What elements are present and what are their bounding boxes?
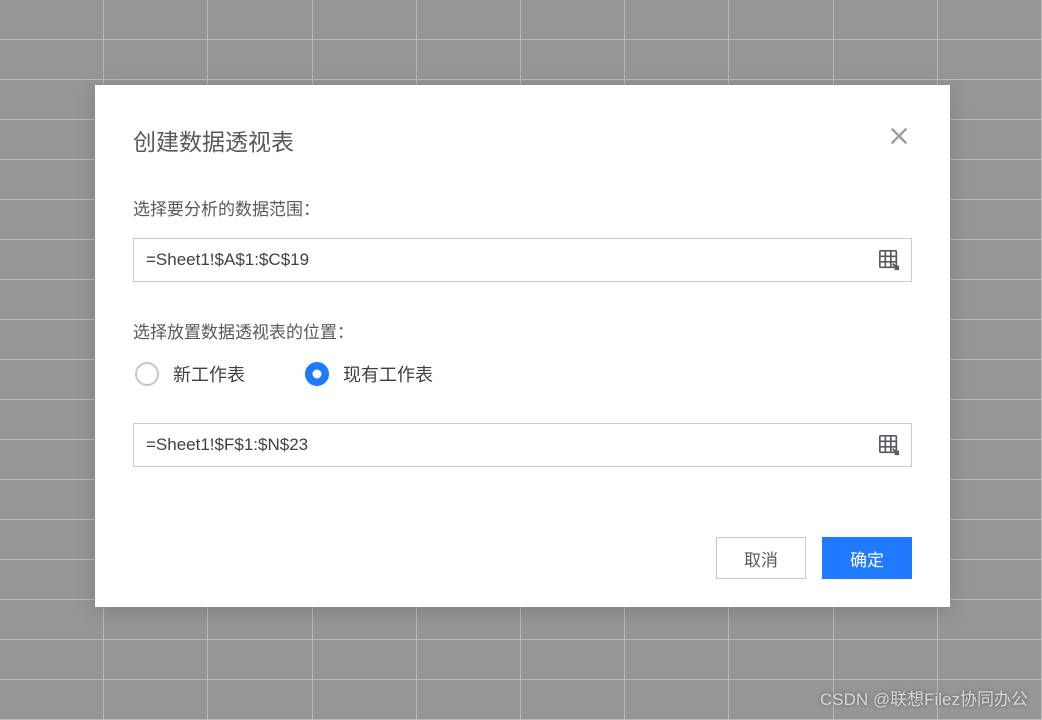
target-range-input-wrapper xyxy=(133,423,912,467)
target-range-input[interactable] xyxy=(133,423,912,467)
radio-new-sheet-label: 新工作表 xyxy=(173,361,245,387)
placement-label: 选择放置数据透视表的位置： xyxy=(133,318,912,343)
range-selector-button[interactable] xyxy=(878,434,900,456)
dialog-title: 创建数据透视表 xyxy=(133,123,294,157)
range-selector-button[interactable] xyxy=(878,249,900,271)
close-button[interactable] xyxy=(886,123,912,149)
close-icon xyxy=(888,125,910,147)
data-range-label: 选择要分析的数据范围： xyxy=(133,195,912,220)
data-range-input-wrapper xyxy=(133,238,912,282)
dialog-header: 创建数据透视表 xyxy=(133,123,912,157)
confirm-button[interactable]: 确定 xyxy=(822,537,912,579)
range-selector-icon xyxy=(878,249,900,271)
radio-icon xyxy=(135,362,159,386)
range-selector-icon xyxy=(878,434,900,456)
radio-icon xyxy=(305,362,329,386)
dialog-footer: 取消 确定 xyxy=(133,537,912,579)
radio-existing-sheet-label: 现有工作表 xyxy=(343,361,433,387)
watermark: CSDN @联想Filez协同办公 xyxy=(820,685,1028,710)
cancel-button[interactable]: 取消 xyxy=(716,537,806,579)
create-pivot-table-dialog: 创建数据透视表 选择要分析的数据范围： 选择放置数据透视表的位置： xyxy=(95,85,950,607)
data-range-input[interactable] xyxy=(133,238,912,282)
placement-radio-group: 新工作表 现有工作表 xyxy=(133,361,912,387)
radio-existing-sheet[interactable]: 现有工作表 xyxy=(305,361,433,387)
radio-new-sheet[interactable]: 新工作表 xyxy=(135,361,245,387)
